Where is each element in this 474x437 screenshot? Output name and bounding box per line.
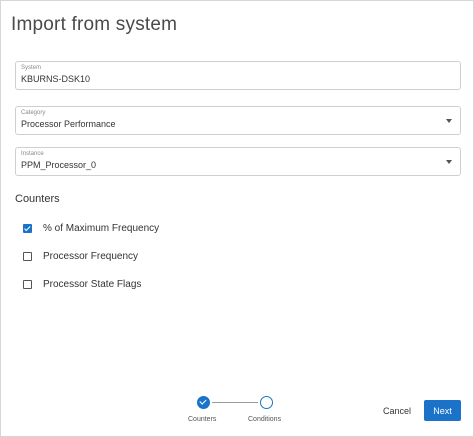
counter-label: Processor State Flags xyxy=(43,278,142,290)
category-select-label: Category xyxy=(21,110,46,116)
import-dialog: Import from system System KBURNS-DSK10 C… xyxy=(0,0,474,437)
counter-item-max-frequency[interactable]: % of Maximum Frequency xyxy=(23,221,159,235)
checkbox-checked-icon[interactable] xyxy=(23,223,32,233)
wizard-stepper: Counters Conditions xyxy=(187,394,297,434)
system-field[interactable]: System KBURNS-DSK10 xyxy=(15,61,461,90)
chevron-down-icon[interactable] xyxy=(446,119,452,123)
step-label-conditions: Conditions xyxy=(248,416,282,423)
counter-label: % of Maximum Frequency xyxy=(43,222,160,234)
next-button[interactable]: Next xyxy=(424,400,461,421)
step-completed-check-icon xyxy=(197,396,210,409)
step-current-circle-icon xyxy=(260,396,273,409)
instance-select-label: Instance xyxy=(21,151,44,157)
step-label-counters: Counters xyxy=(188,416,217,423)
category-select[interactable]: Category Processor Performance xyxy=(15,106,461,135)
cancel-button[interactable]: Cancel xyxy=(375,403,419,419)
system-field-value: KBURNS-DSK10 xyxy=(21,74,91,84)
system-field-label: System xyxy=(21,65,42,71)
counters-heading: Counters xyxy=(15,193,60,205)
instance-select[interactable]: Instance PPM_Processor_0 xyxy=(15,147,461,176)
counter-item-processor-frequency[interactable]: Processor Frequency xyxy=(23,249,138,263)
dialog-title: Import from system xyxy=(11,14,178,35)
category-select-value: Processor Performance xyxy=(21,119,116,129)
instance-select-value: PPM_Processor_0 xyxy=(21,160,97,170)
counter-item-state-flags[interactable]: Processor State Flags xyxy=(23,277,141,291)
checkbox-unchecked-icon[interactable] xyxy=(23,279,32,289)
chevron-down-icon[interactable] xyxy=(446,160,452,164)
counter-label: Processor Frequency xyxy=(43,250,139,262)
step-connector xyxy=(212,402,258,403)
checkbox-unchecked-icon[interactable] xyxy=(23,251,32,261)
